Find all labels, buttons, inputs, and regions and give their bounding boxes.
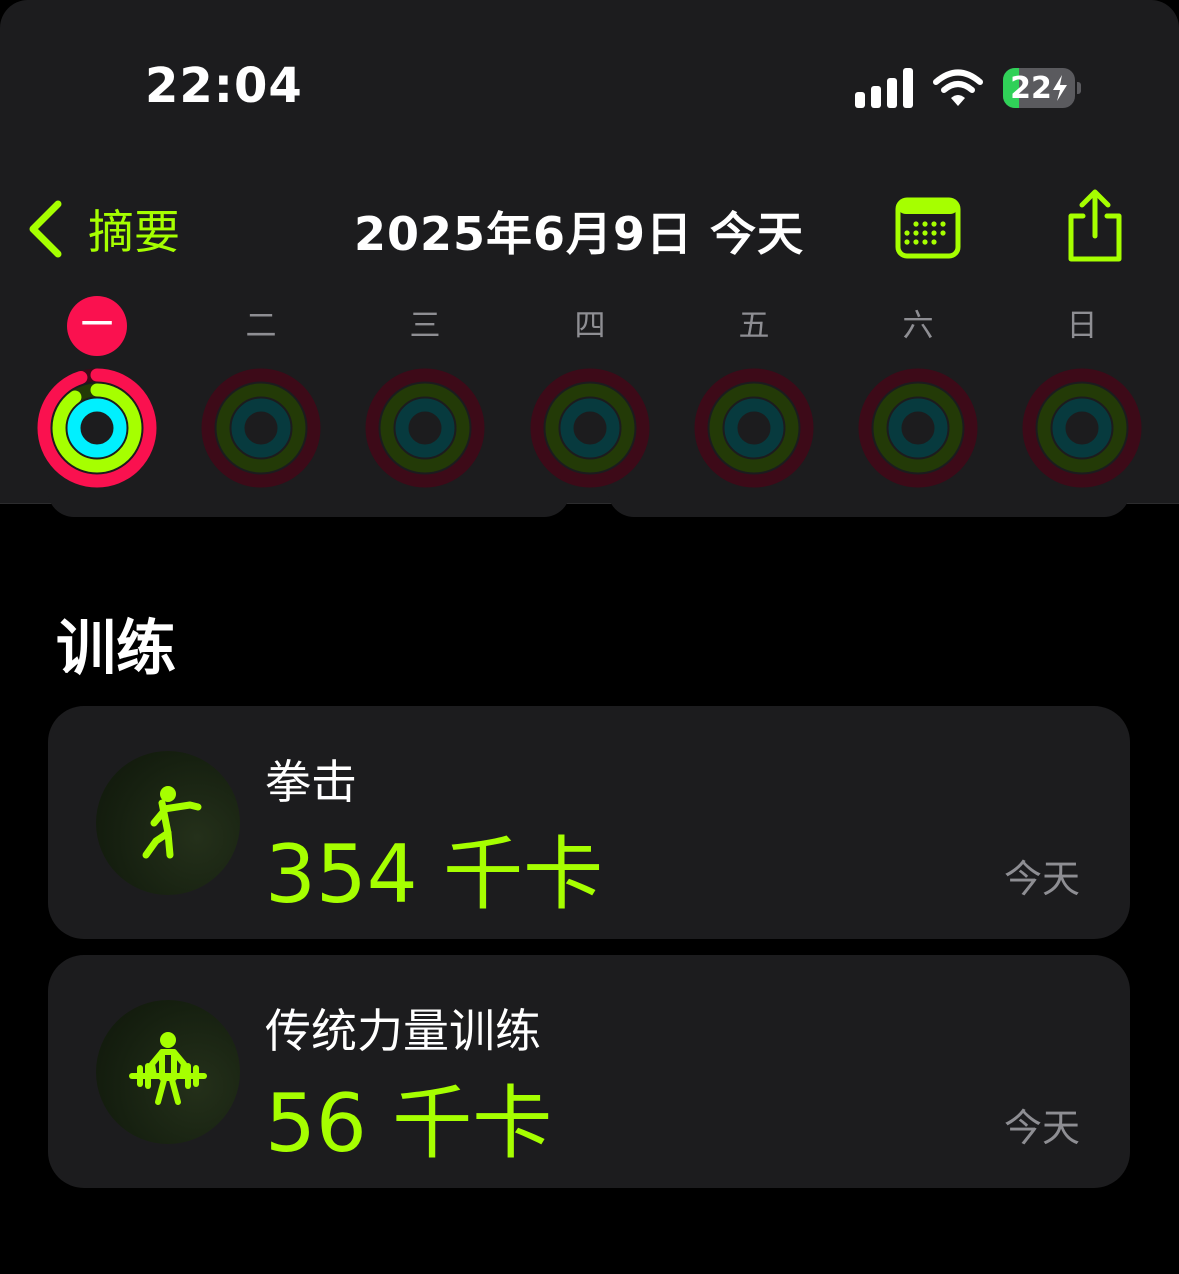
day-label: 三 (409, 308, 441, 344)
page-title: 2025年6月9日 今天 (354, 207, 805, 261)
day-label: 四 (574, 308, 606, 344)
weightlifting-icon (129, 1032, 207, 1105)
summary-card-peek (608, 490, 1130, 517)
activity-rings-icon (365, 368, 485, 488)
activity-rings-icon (858, 368, 978, 488)
day-1[interactable]: 一 (32, 296, 162, 496)
day-7[interactable]: 日 (1017, 296, 1147, 496)
week-strip: 一二三四五六日 (0, 296, 1179, 496)
activity-rings-icon (1022, 368, 1142, 488)
workouts-section-title: 训练 (56, 614, 176, 684)
activity-rings-icon (37, 368, 157, 488)
workout-calories: 56 千卡 (265, 1077, 553, 1170)
activity-rings-icon (694, 368, 814, 488)
day-label: 一 (67, 296, 127, 356)
workout-card[interactable]: 拳击 354 千卡 今天 (48, 706, 1130, 939)
day-4[interactable]: 四 (525, 296, 655, 496)
calendar-icon (895, 197, 961, 259)
summary-card-peek (48, 490, 570, 517)
day-3[interactable]: 三 (360, 296, 490, 496)
battery-indicator: 22 (1003, 68, 1081, 108)
header: 22:04 22 摘要 2025年6月9日 今天 一 二 三 四 五 六 日 (0, 0, 1179, 504)
activity-rings-icon (201, 368, 321, 488)
day-5[interactable]: 五 (689, 296, 819, 496)
day-label: 二 (245, 308, 277, 344)
day-2[interactable]: 二 (196, 296, 326, 496)
day-6[interactable]: 六 (853, 296, 983, 496)
back-label: 摘要 (88, 205, 180, 259)
share-icon (1068, 189, 1122, 262)
status-time: 22:04 (145, 58, 303, 114)
workout-icon-circle (96, 751, 240, 895)
charging-bolt-icon (1052, 75, 1067, 101)
day-label: 六 (902, 308, 934, 344)
boxing-icon (142, 786, 202, 859)
share-button[interactable] (1064, 188, 1126, 264)
workout-date: 今天 (1003, 857, 1080, 901)
status-icons: 22 (855, 66, 1081, 110)
workout-card[interactable]: 传统力量训练 56 千卡 今天 (48, 955, 1130, 1188)
workout-name: 传统力量训练 (265, 1004, 541, 1058)
workout-icon-circle (96, 1000, 240, 1144)
activity-rings-icon (530, 368, 650, 488)
chevron-left-icon (29, 200, 62, 258)
day-label: 五 (738, 308, 770, 344)
wifi-icon (933, 69, 983, 106)
battery-percent: 22 (1010, 70, 1052, 106)
cellular-signal-icon (855, 68, 913, 108)
calendar-button[interactable] (895, 197, 961, 259)
back-button[interactable]: 摘要 (26, 196, 180, 262)
workout-date: 今天 (1003, 1106, 1080, 1150)
workout-calories: 354 千卡 (265, 828, 604, 921)
day-label: 日 (1066, 308, 1098, 344)
workout-name: 拳击 (265, 755, 357, 809)
